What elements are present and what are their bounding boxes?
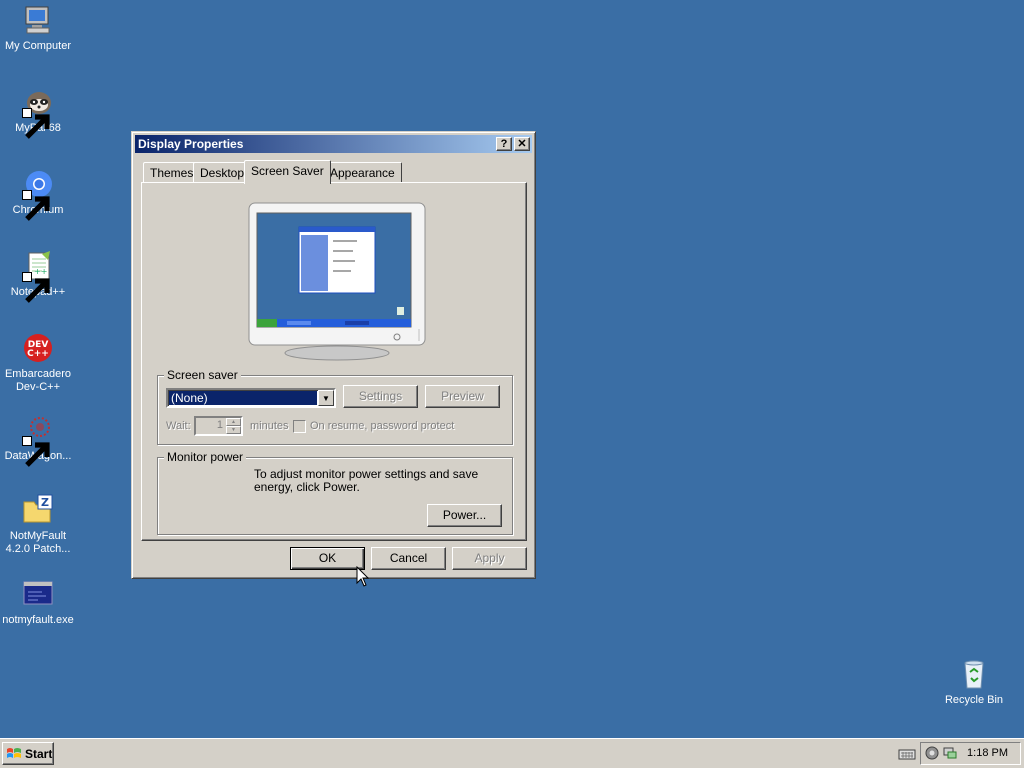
- chromium-icon: [22, 168, 54, 221]
- ok-button[interactable]: OK: [290, 547, 365, 570]
- screen-saver-panel: Screen saver (None) ▼ Settings Preview W…: [141, 182, 527, 541]
- system-tray: 1:18 PM: [920, 742, 1021, 765]
- start-button[interactable]: Start: [2, 742, 54, 765]
- apply-button[interactable]: Apply: [452, 547, 527, 570]
- tab-appearance[interactable]: Appearance: [323, 162, 402, 182]
- computer-icon: [22, 4, 54, 36]
- dialog-title: Display Properties: [138, 137, 244, 151]
- devcpp-icon: DEV C++: [22, 332, 54, 364]
- tab-desktop[interactable]: Desktop: [193, 162, 252, 182]
- desktop-icon-recycle-bin[interactable]: Recycle Bin: [936, 658, 1012, 707]
- start-label: Start: [25, 746, 53, 761]
- desktop-icon-datawagon[interactable]: DataWagon...: [0, 414, 76, 467]
- desktop-icon-notepadpp[interactable]: ++ Notepad++: [0, 250, 76, 303]
- wait-minutes-spinner[interactable]: 1 ▲ ▼: [194, 416, 243, 436]
- settings-button[interactable]: Settings: [343, 385, 418, 408]
- desktop-icon-notmyfault-folder[interactable]: Z NotMyFault 4.2.0 Patch...: [0, 494, 76, 556]
- desktop-icon-mypal[interactable]: MyPal 68: [0, 86, 76, 139]
- svg-text:Z: Z: [41, 496, 49, 509]
- wait-value: 1: [216, 419, 223, 431]
- windows-logo-icon: [7, 747, 21, 758]
- desktop-icon-label: My Computer: [4, 40, 72, 52]
- clock[interactable]: 1:18 PM: [967, 747, 1008, 759]
- password-protect-label: On resume, password protect: [310, 420, 455, 432]
- desktop-icon-my-computer[interactable]: My Computer: [0, 4, 76, 53]
- screen-saver-group-label: Screen saver: [164, 368, 241, 382]
- screen-saver-group: Screen saver (None) ▼ Settings Preview W…: [157, 368, 513, 445]
- taskbar: Start 1:18 PM: [0, 738, 1024, 768]
- mouse-cursor-icon: [356, 565, 370, 588]
- shortcut-arrow-icon: [22, 436, 50, 467]
- spin-up-icon[interactable]: ▲: [226, 418, 241, 426]
- recycle-bin-icon: [958, 658, 990, 690]
- notmyfault-app-icon: [22, 578, 54, 610]
- display-properties-dialog: Display Properties ? ✕ Themes Desktop Sc…: [131, 131, 536, 579]
- password-protect-checkbox[interactable]: [293, 420, 306, 433]
- desktop-icon-notmyfault-exe[interactable]: notmyfault.exe: [0, 578, 76, 627]
- shortcut-arrow-icon: [22, 272, 50, 303]
- wait-label: Wait:: [166, 420, 191, 432]
- keyboard-icon[interactable]: [898, 747, 916, 761]
- mypal-raccoon-icon: [22, 86, 54, 139]
- desktop-icon-label: Recycle Bin: [944, 694, 1004, 706]
- tab-screen-saver[interactable]: Screen Saver: [244, 160, 331, 184]
- datawagon-icon: [22, 414, 54, 467]
- minutes-label: minutes: [250, 420, 289, 432]
- monitor-power-group: Monitor power To adjust monitor power se…: [157, 450, 513, 535]
- shortcut-arrow-icon: [22, 108, 50, 139]
- dialog-titlebar[interactable]: Display Properties ? ✕: [135, 135, 532, 153]
- spinner-arrows[interactable]: ▲ ▼: [226, 418, 241, 434]
- desktop-icon-chromium[interactable]: Chromium: [0, 168, 76, 221]
- power-button[interactable]: Power...: [427, 504, 502, 527]
- screen-saver-selected-value: (None): [169, 391, 317, 405]
- monitor-power-group-label: Monitor power: [164, 450, 247, 464]
- spin-down-icon[interactable]: ▼: [226, 426, 241, 434]
- shortcut-arrow-icon: [22, 190, 50, 221]
- network-icon[interactable]: [943, 746, 957, 760]
- zip-folder-icon: Z: [22, 494, 54, 526]
- desktop-icon-devcpp[interactable]: DEV C++ Embarcadero Dev-C++: [0, 332, 76, 394]
- desktop-icon-label: Embarcadero Dev-C++: [4, 368, 72, 393]
- svg-text:C++: C++: [27, 349, 49, 359]
- monitor-power-description: To adjust monitor power settings and sav…: [254, 467, 479, 494]
- cancel-button[interactable]: Cancel: [371, 547, 446, 570]
- desktop-icon-label: NotMyFault 4.2.0 Patch...: [5, 530, 71, 555]
- help-button[interactable]: ?: [496, 137, 512, 151]
- close-button[interactable]: ✕: [514, 137, 530, 151]
- sound-icon[interactable]: [925, 746, 939, 760]
- screen-saver-select[interactable]: (None) ▼: [166, 388, 336, 408]
- tab-themes[interactable]: Themes: [143, 162, 201, 182]
- preview-button[interactable]: Preview: [425, 385, 500, 408]
- chevron-down-icon[interactable]: ▼: [318, 390, 334, 406]
- desktop-icon-label: notmyfault.exe: [2, 614, 74, 626]
- notepadpp-icon: ++: [22, 250, 54, 303]
- monitor-preview: [247, 201, 427, 361]
